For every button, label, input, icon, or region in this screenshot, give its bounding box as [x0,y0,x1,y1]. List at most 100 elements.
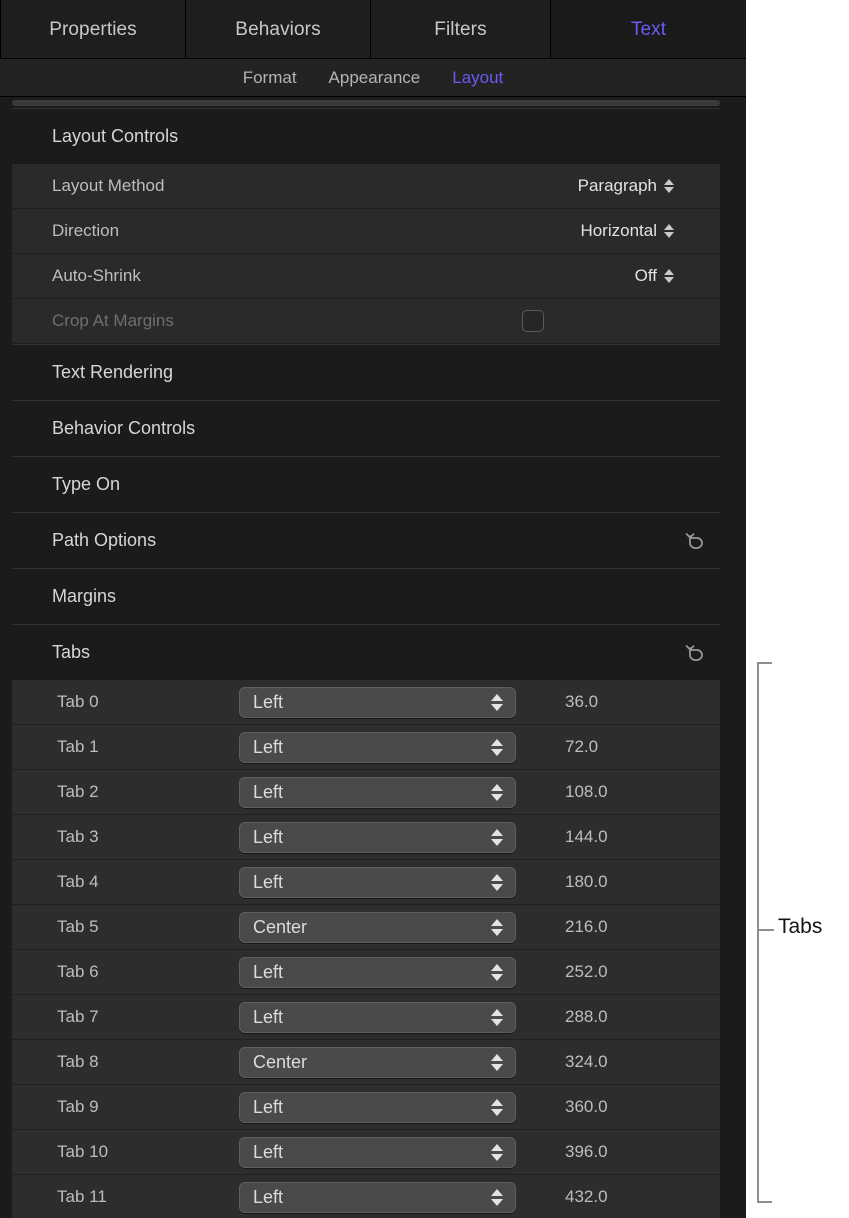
tab-filters[interactable]: Filters [371,0,551,59]
tab-position-value[interactable]: 396.0 [565,1142,608,1162]
section-tabs[interactable]: Tabs [12,624,720,680]
tab-properties[interactable]: Properties [0,0,186,59]
tab-alignment-value: Left [253,692,283,713]
inspector-scroll-area[interactable]: Layout Controls Layout Method Paragraph … [0,97,746,1218]
section-behavior-controls-title: Behavior Controls [52,418,195,439]
section-path-options[interactable]: Path Options [12,512,720,568]
tab-alignment-value: Left [253,872,283,893]
up-down-stepper-icon[interactable] [664,269,674,283]
tab-alignment-popup[interactable]: Left [239,687,516,718]
tab-position-value[interactable]: 288.0 [565,1007,608,1027]
section-type-on-title: Type On [52,474,120,495]
tab-stop-row[interactable]: Tab 7 Left 288.0 [12,995,720,1040]
subtab-layout[interactable]: Layout [452,68,503,88]
crop-at-margins-checkbox[interactable] [522,310,544,332]
row-auto-shrink[interactable]: Auto-Shrink Off [12,254,720,299]
tab-position-value[interactable]: 216.0 [565,917,608,937]
tab-alignment-value: Left [253,782,283,803]
row-auto-shrink-value-text: Off [635,266,657,286]
up-down-stepper-icon[interactable] [491,694,503,711]
row-auto-shrink-value[interactable]: Off [635,266,674,286]
tab-position-value[interactable]: 180.0 [565,872,608,892]
up-down-stepper-icon[interactable] [491,1054,503,1071]
tab-stop-row[interactable]: Tab 0Left36.0 [12,680,720,725]
tab-position-value[interactable]: 108.0 [565,782,608,802]
up-down-stepper-icon[interactable] [491,874,503,891]
tab-position-value[interactable]: 432.0 [565,1187,608,1207]
tab-stop-row[interactable]: Tab 3 Left 144.0 [12,815,720,860]
subtab-format[interactable]: Format [243,68,297,88]
tab-behaviors[interactable]: Behaviors [186,0,371,59]
tab-stop-row[interactable]: Tab 1 Left 72.0 [12,725,720,770]
section-layout-controls[interactable]: Layout Controls [12,108,720,164]
tab-alignment-popup[interactable]: Center [239,1047,516,1078]
up-down-stepper-icon[interactable] [491,1099,503,1116]
row-auto-shrink-label: Auto-Shrink [52,266,141,286]
path-options-reset-button[interactable] [682,528,708,554]
row-layout-method[interactable]: Layout Method Paragraph [12,164,720,209]
section-type-on[interactable]: Type On [12,456,720,512]
up-down-stepper-icon[interactable] [491,919,503,936]
row-direction[interactable]: Direction Horizontal [12,209,720,254]
tab-stop-row[interactable]: Tab 8 Center 324.0 [12,1040,720,1085]
tab-stop-row[interactable]: Tab 10Left396.0 [12,1130,720,1175]
up-down-stepper-icon[interactable] [491,1144,503,1161]
tab-stop-label: Tab 8 [57,1052,99,1072]
tab-text[interactable]: Text [551,0,746,59]
row-layout-method-value-text: Paragraph [578,176,657,196]
up-down-stepper-icon[interactable] [491,829,503,846]
tab-alignment-popup[interactable]: Left [239,1002,516,1033]
tab-alignment-value: Left [253,1142,283,1163]
row-layout-method-value[interactable]: Paragraph [578,176,674,196]
text-inspector-panel: Properties Behaviors Filters Text Format… [0,0,746,1218]
tab-stop-row[interactable]: Tab 4Left180.0 [12,860,720,905]
row-direction-value[interactable]: Horizontal [580,221,674,241]
row-direction-value-text: Horizontal [580,221,657,241]
section-margins[interactable]: Margins [12,568,720,624]
tab-position-value[interactable]: 252.0 [565,962,608,982]
tab-position-value[interactable]: 36.0 [565,692,598,712]
tab-stop-row[interactable]: Tab 9Left360.0 [12,1085,720,1130]
tab-alignment-popup[interactable]: Left [239,867,516,898]
tab-alignment-popup[interactable]: Left [239,957,516,988]
tab-stop-row[interactable]: Tab 6 Left 252.0 [12,950,720,995]
tab-alignment-popup[interactable]: Center [239,912,516,943]
tab-position-value[interactable]: 144.0 [565,827,608,847]
section-path-options-title: Path Options [52,530,156,551]
tab-alignment-popup[interactable]: Left [239,1137,516,1168]
tab-stop-label: Tab 3 [57,827,99,847]
up-down-stepper-icon[interactable] [491,784,503,801]
tab-text-label: Text [631,19,666,41]
tab-stop-label: Tab 1 [57,737,99,757]
horizontal-scrollbar[interactable] [12,100,720,106]
tab-position-value[interactable]: 324.0 [565,1052,608,1072]
tab-stop-row[interactable]: Tab 5Center216.0 [12,905,720,950]
up-down-stepper-icon[interactable] [491,1189,503,1206]
tab-stop-label: Tab 11 [57,1187,107,1207]
tab-position-value[interactable]: 360.0 [565,1097,608,1117]
up-down-stepper-icon[interactable] [664,224,674,238]
tab-stop-label: Tab 6 [57,962,99,982]
tab-alignment-value: Center [253,1052,307,1073]
callout-label: Tabs [778,915,822,939]
tab-alignment-popup[interactable]: Left [239,732,516,763]
tab-stop-row[interactable]: Tab 2Left108.0 [12,770,720,815]
tab-alignment-value: Center [253,917,307,938]
subtab-appearance[interactable]: Appearance [329,68,421,88]
up-down-stepper-icon[interactable] [491,1009,503,1026]
tab-alignment-popup[interactable]: Left [239,822,516,853]
up-down-stepper-icon[interactable] [664,179,674,193]
tab-filters-label: Filters [434,19,486,41]
tab-alignment-popup[interactable]: Left [239,777,516,808]
tab-alignment-popup[interactable]: Left [239,1182,516,1213]
up-down-stepper-icon[interactable] [491,739,503,756]
tab-alignment-popup[interactable]: Left [239,1092,516,1123]
tab-position-value[interactable]: 72.0 [565,737,598,757]
row-crop-at-margins: Crop At Margins [12,299,720,344]
section-behavior-controls[interactable]: Behavior Controls [12,400,720,456]
section-text-rendering[interactable]: Text Rendering [12,344,720,400]
tab-stop-row[interactable]: Tab 11 Left 432.0 [12,1175,720,1218]
tabs-reset-button[interactable] [682,640,708,666]
up-down-stepper-icon[interactable] [491,964,503,981]
tab-stop-label: Tab 7 [57,1007,99,1027]
